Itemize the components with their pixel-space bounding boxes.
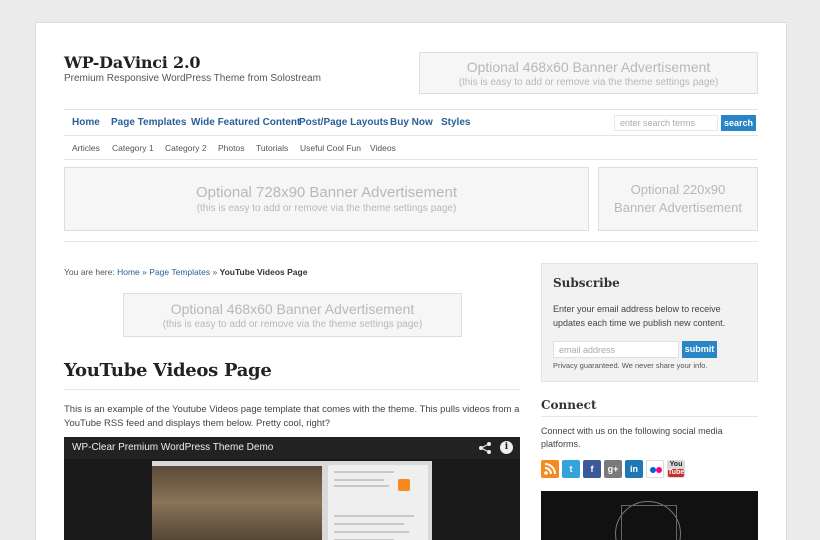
video-player[interactable]: WP-Clear Premium WordPress Theme Demo i [64,437,520,540]
vitruvian-image [541,491,758,540]
connect-title: Connect [541,398,597,412]
ad-title: Optional 468x60 Banner Advertisement [170,300,415,317]
subscribe-widget: Subscribe Enter your email address below… [541,263,758,382]
divider [64,241,758,242]
search-button[interactable]: search [721,115,756,131]
main-nav: Home Page Templates Wide Featured Conten… [64,109,758,136]
share-icon[interactable] [478,441,492,455]
nav-item-wide-featured-content[interactable]: Wide Featured Content [191,117,300,128]
email-field[interactable]: email address [553,341,679,358]
ad-title: Optional 468x60 Banner Advertisement [466,58,711,75]
twitter-icon[interactable]: t [562,460,580,478]
info-icon[interactable]: i [500,441,513,454]
search-input[interactable]: enter search terms [614,115,718,131]
breadcrumb-page-templates[interactable]: Page Templates [149,267,210,277]
video-thumbnail [152,461,432,540]
ad-subtitle: (this is easy to add or remove via the t… [458,76,719,88]
facebook-icon[interactable]: f [583,460,601,478]
subnav-item-articles[interactable]: Articles [72,143,100,153]
breadcrumb-prefix: You are here: [64,267,115,277]
nav-item-page-templates[interactable]: Page Templates [111,117,186,128]
video-title-bar: WP-Clear Premium WordPress Theme Demo i [64,437,520,459]
subnav-item-videos[interactable]: Videos [370,143,396,153]
ad-subtitle: (this is easy to add or remove via the t… [162,318,423,330]
subscribe-text: Enter your email address below to receiv… [553,304,726,328]
linkedin-icon[interactable]: in [625,460,643,478]
rss-icon [398,479,410,491]
flickr-icon[interactable] [646,460,664,478]
rss-icon[interactable] [541,460,559,478]
intro-text: This is an example of the Youtube Videos… [64,404,520,429]
site-tagline: Premium Responsive WordPress Theme from … [64,73,321,84]
subnav-item-photos[interactable]: Photos [218,143,244,153]
video-title[interactable]: WP-Clear Premium WordPress Theme Demo [72,442,273,453]
nav-item-home[interactable]: Home [72,117,100,128]
breadcrumb-separator: » [212,267,218,277]
breadcrumb: You are here: Home » Page Templates » Yo… [64,267,307,277]
category-nav: Articles Category 1 Category 2 Photos Tu… [64,136,758,160]
thumbnail-image [152,466,322,540]
subnav-item-category-2[interactable]: Category 2 [165,143,207,153]
subnav-item-useful-cool-fun[interactable]: Useful Cool Fun [300,143,361,153]
header-banner-ad[interactable]: Optional 468x60 Banner Advertisement (th… [419,52,758,94]
submit-button[interactable]: submit [682,341,717,358]
breadcrumb-home[interactable]: Home [117,267,140,277]
breadcrumb-separator: » [142,267,147,277]
side-banner-ad[interactable]: Optional 220x90 Banner Advertisement [598,167,758,231]
page-title: YouTube Videos Page [64,360,272,381]
divider [541,416,758,417]
subnav-item-tutorials[interactable]: Tutorials [256,143,288,153]
youtube-icon[interactable]: You Tube [667,460,685,478]
leaderboard-ad[interactable]: Optional 728x90 Banner Advertisement (th… [64,167,589,231]
nav-item-buy-now[interactable]: Buy Now [390,117,433,128]
subnav-item-category-1[interactable]: Category 1 [112,143,154,153]
nav-item-styles[interactable]: Styles [441,117,470,128]
ad-title: Optional 728x90 Banner Advertisement [196,184,457,201]
googleplus-icon[interactable]: g+ [604,460,622,478]
page-container: WP-DaVinci 2.0 Premium Responsive WordPr… [35,22,787,540]
connect-text: Connect with us on the following social … [541,426,723,449]
subscribe-title: Subscribe [553,276,620,290]
ad-line-2: Banner Advertisement [614,200,742,215]
ad-subtitle: (this is easy to add or remove via the t… [196,203,457,214]
thumbnail-sidebar [328,465,428,540]
content-banner-ad[interactable]: Optional 468x60 Banner Advertisement (th… [123,293,462,337]
site-title[interactable]: WP-DaVinci 2.0 [64,53,200,72]
ad-line-1: Optional 220x90 [630,182,726,197]
divider [64,389,520,390]
breadcrumb-current: YouTube Videos Page [219,267,308,277]
nav-item-post-page-layouts[interactable]: Post/Page Layouts [299,117,388,128]
privacy-note: Privacy guaranteed. We never share your … [553,361,708,370]
